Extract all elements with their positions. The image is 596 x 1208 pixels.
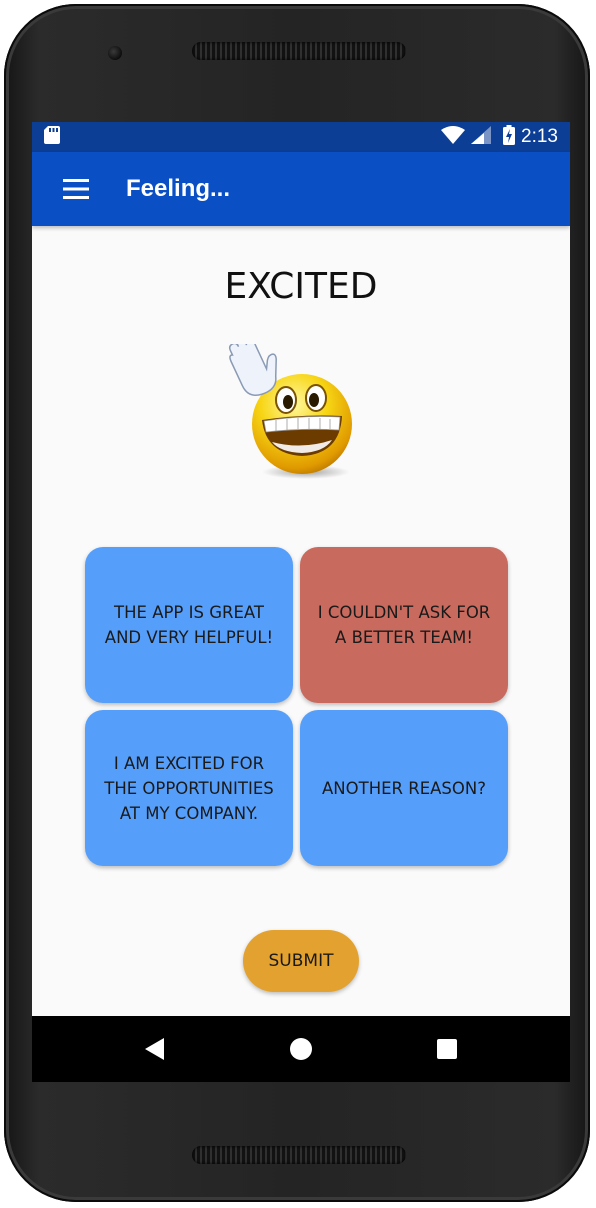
reason-option-3[interactable]: I AM EXCITED FOR THE OPPORTUNITIES AT MY… [85,710,293,866]
reason-option-1[interactable]: THE APP IS GREAT AND VERY HELPFUL! [85,547,293,703]
reason-option-2-label: I COULDN'T ASK FOR A BETTER TEAM! [317,603,491,647]
sd-card-icon [44,126,60,148]
mood-title: EXCITED [224,266,378,307]
system-nav-bar [32,1016,570,1082]
front-camera [108,46,122,60]
bottom-speaker-grille [192,1146,406,1164]
reason-option-1-label: THE APP IS GREAT AND VERY HELPFUL! [104,603,274,647]
phone-frame: 2:13 Feeling... EXCITED THE APP IS GREAT… [4,4,590,1202]
reason-option-2[interactable]: I COULDN'T ASK FOR A BETTER TEAM! [300,547,508,703]
status-time: 2:13 [521,126,558,147]
submit-button[interactable]: SUBMIT [243,930,359,992]
reason-option-3-label: I AM EXCITED FOR THE OPPORTUNITIES AT MY… [104,753,274,823]
top-speaker-grille [192,42,406,60]
cell-signal-icon [471,126,492,148]
battery-charging-icon [503,125,516,149]
screen: 2:13 Feeling... EXCITED THE APP IS GREAT… [32,122,570,1082]
back-icon[interactable] [131,1025,179,1073]
status-icons: 2:13 [441,125,558,149]
hamburger-menu-icon[interactable] [48,161,104,217]
excited-emoji-icon [224,337,364,484]
status-bar: 2:13 [32,122,570,152]
reason-option-4-label: ANOTHER REASON? [322,778,486,798]
app-title: Feeling... [126,175,231,202]
app-bar: Feeling... [32,152,570,226]
reasons-grid: THE APP IS GREAT AND VERY HELPFUL! I COU… [85,547,509,867]
wifi-icon [441,126,466,148]
home-icon[interactable] [277,1025,325,1073]
reason-option-4[interactable]: ANOTHER REASON? [300,710,508,866]
recents-icon[interactable] [423,1025,471,1073]
